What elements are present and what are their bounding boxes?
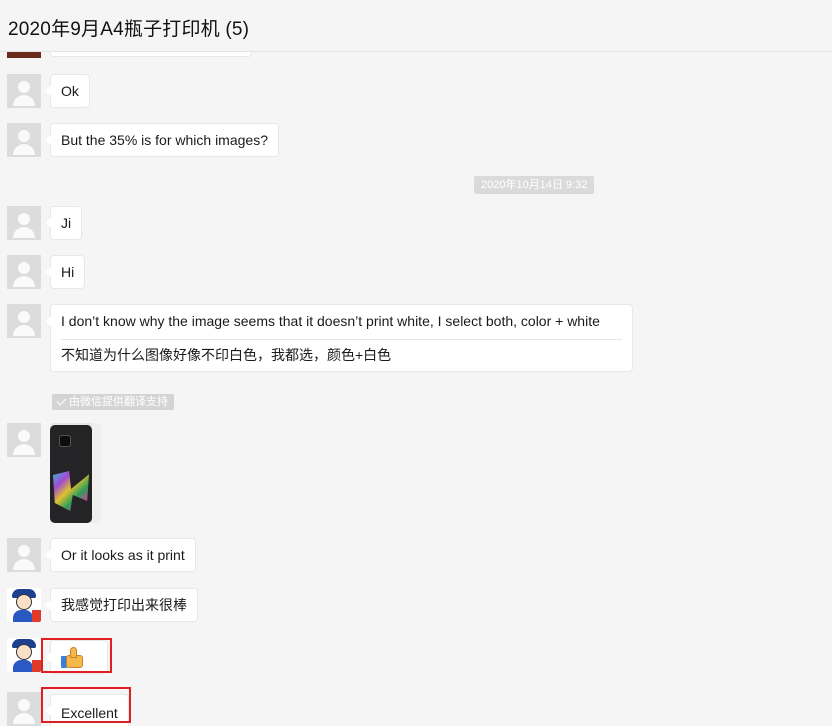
translation-credit-label: 由微信提供翻译支持 (69, 396, 168, 408)
avatar-default-icon[interactable] (7, 74, 41, 108)
avatar-default-icon[interactable] (7, 206, 41, 240)
avatar-default-icon[interactable] (7, 692, 41, 726)
message-text: Ji (61, 215, 72, 231)
message-text: Ok (61, 83, 79, 99)
chat-header: 2020年9月A4瓶子打印机 (5) (0, 0, 832, 52)
chat-history[interactable]: Ok But the 35% is for which images? 2020… (0, 0, 832, 726)
avatar-cartoon-icon[interactable] (7, 588, 41, 622)
translation-credit: 由微信提供翻译支持 (52, 394, 174, 410)
message-text: Or it looks as it print (61, 547, 185, 563)
avatar-cartoon-icon[interactable] (7, 638, 41, 672)
message-bubble[interactable]: Or it looks as it print (45, 538, 196, 572)
message-text: I don’t know why the image seems that it… (61, 313, 600, 329)
avatar-default-icon[interactable] (7, 423, 41, 457)
translation-text: 不知道为什么图像好像不印白色，我都选，颜色+白色 (61, 339, 622, 365)
chat-title[interactable]: 2020年9月A4瓶子打印机 (5) (8, 14, 249, 41)
avatar-default-icon[interactable] (7, 123, 41, 157)
message-bubble[interactable]: Ok (45, 74, 90, 108)
message-text: But the 35% is for which images? (61, 132, 268, 148)
message-bubble[interactable]: 我感觉打印出来很棒 (45, 588, 198, 622)
message-text: Hi (61, 264, 75, 280)
avatar-default-icon[interactable] (7, 538, 41, 572)
avatar-default-icon[interactable] (7, 304, 41, 338)
message-bubble[interactable]: Ji (44, 206, 83, 240)
image-message[interactable] (50, 423, 101, 523)
message-bubble[interactable]: But the 35% is for which images? (45, 123, 279, 157)
highlight-box (41, 687, 131, 723)
message-bubble-translated[interactable]: I don’t know why the image seems that it… (45, 304, 633, 372)
avatar-default-icon[interactable] (7, 255, 41, 289)
check-icon (56, 395, 67, 406)
phone-case-photo (50, 425, 92, 523)
timestamp-divider: 2020年10月14日 9:32 (474, 176, 595, 194)
message-bubble[interactable]: Hi (44, 255, 86, 289)
message-text: 我感觉打印出来很棒 (61, 597, 187, 613)
highlight-box (41, 638, 112, 673)
